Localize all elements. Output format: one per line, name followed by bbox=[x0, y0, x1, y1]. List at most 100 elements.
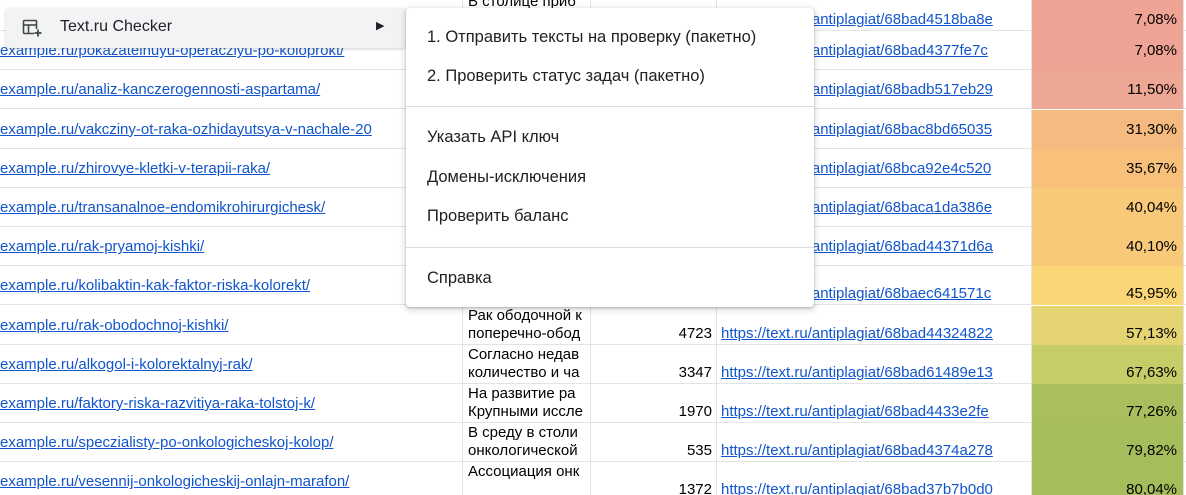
submenu-arrow-icon: ▶ bbox=[376, 20, 385, 32]
url-link[interactable]: example.ru/rak-obodochnoj-kishki/ bbox=[0, 317, 228, 334]
menu-item-textru-checker[interactable]: Text.ru Checker ▶ bbox=[6, 8, 406, 48]
text-line: Рак ободочной к bbox=[468, 306, 582, 324]
text-line: В среду в столи bbox=[468, 424, 578, 442]
text-preview: Ассоциация онк bbox=[468, 463, 579, 481]
uniqueness-value: 77,26% bbox=[1126, 403, 1177, 420]
url-link[interactable]: example.ru/zhirovye-kletki-v-terapii-rak… bbox=[0, 160, 270, 177]
text-line: Ассоциация онк bbox=[468, 463, 580, 481]
add-on-table-icon bbox=[22, 19, 42, 37]
uniqueness-cell[interactable]: 40,04% bbox=[1032, 188, 1184, 227]
table-row: example.ru/vesennij-onkologicheskij-onla… bbox=[0, 462, 1186, 495]
menu-item-label: Домены-исключения bbox=[427, 168, 587, 186]
uniqueness-cell[interactable]: 77,26% bbox=[1032, 384, 1184, 423]
result-link[interactable]: https://text.ru/antiplagiat/68bad4374a27… bbox=[721, 442, 993, 459]
textru-checker-submenu: 1. Отправить тексты на проверку (пакетно… bbox=[406, 8, 814, 307]
text-line: поперечно-обод bbox=[468, 324, 581, 342]
menu-item-excluded-domains[interactable]: Домены-исключения bbox=[406, 159, 814, 197]
menu-item-help[interactable]: Справка bbox=[406, 260, 814, 298]
menu-item-label: 1. Отправить тексты на проверку (пакетно… bbox=[427, 28, 757, 46]
uniqueness-cell[interactable]: 11,50% bbox=[1032, 70, 1184, 110]
url-link[interactable]: example.ru/faktory-riska-razvitiya-raka-… bbox=[0, 395, 315, 412]
result-link[interactable]: https://text.ru/antiplagiat/68bad37b7b0d… bbox=[721, 481, 993, 495]
char-count: 535 bbox=[686, 442, 712, 460]
uniqueness-cell[interactable]: 7,08% bbox=[1032, 31, 1184, 71]
uniqueness-value: 7,08% bbox=[1134, 11, 1177, 28]
text-line: На развитие ра bbox=[468, 385, 576, 402]
url-link[interactable]: example.ru/speczialisty-po-onkologichesk… bbox=[0, 434, 334, 451]
uniqueness-cell[interactable]: 80,04% bbox=[1032, 462, 1184, 495]
menu-item-api-key[interactable]: Указать API ключ bbox=[406, 119, 814, 157]
result-link-cell[interactable]: https://text.ru/antiplagiat/68bad4432482… bbox=[717, 305, 1032, 345]
text-line: Согласно недав bbox=[468, 345, 580, 363]
text-cell[interactable]: Рак ободочной к поперечно-обод bbox=[463, 305, 591, 345]
uniqueness-value: 35,67% bbox=[1126, 159, 1177, 177]
text-cell[interactable]: В среду в столи онкологической bbox=[463, 423, 591, 463]
url-cell[interactable]: example.ru/rak-pryamoj-kishki/ bbox=[0, 227, 463, 267]
result-link[interactable]: https://text.ru/antiplagiat/68bad4433e2f… bbox=[721, 403, 989, 420]
result-link-cell[interactable]: https://text.ru/antiplagiat/68bad4374a27… bbox=[717, 423, 1032, 463]
url-cell[interactable]: example.ru/vesennij-onkologicheskij-onla… bbox=[0, 462, 463, 495]
uniqueness-value: 80,04% bbox=[1126, 481, 1177, 495]
url-cell[interactable]: example.ru/analiz-kanczerogennosti-aspar… bbox=[0, 70, 463, 110]
uniqueness-cell[interactable]: 7,08% bbox=[1032, 0, 1184, 31]
char-count: 4723 bbox=[678, 324, 712, 342]
uniqueness-cell[interactable]: 57,13% bbox=[1032, 305, 1184, 345]
url-link[interactable]: example.ru/rak-pryamoj-kishki/ bbox=[0, 238, 204, 255]
table-row: example.ru/rak-obodochnoj-kishki/Рак обо… bbox=[0, 305, 1186, 345]
char-count-cell[interactable]: 1970 bbox=[591, 384, 717, 423]
url-link[interactable]: example.ru/transanalnoe-endomikrohirurgi… bbox=[0, 199, 325, 216]
uniqueness-value: 7,08% bbox=[1134, 42, 1177, 60]
char-count: 1372 bbox=[678, 481, 712, 495]
char-count-cell[interactable]: 535 bbox=[591, 423, 717, 463]
menu-item-label: Text.ru Checker bbox=[60, 18, 173, 35]
table-row: example.ru/alkogol-i-kolorektalnyj-rak/С… bbox=[0, 344, 1186, 384]
url-cell[interactable]: example.ru/rak-obodochnoj-kishki/ bbox=[0, 305, 463, 345]
text-line: онкологической bbox=[468, 442, 578, 460]
text-preview: На развитие ра Крупными иссле bbox=[468, 385, 583, 421]
url-link[interactable]: example.ru/vesennij-onkologicheskij-onla… bbox=[0, 473, 349, 490]
menu-item-submit-texts[interactable]: 1. Отправить тексты на проверку (пакетно… bbox=[406, 19, 814, 57]
uniqueness-cell[interactable]: 40,10% bbox=[1032, 227, 1184, 267]
menu-separator bbox=[406, 106, 814, 107]
url-link[interactable]: example.ru/vakcziny-ot-raka-ozhidayutsya… bbox=[0, 121, 372, 138]
text-cell[interactable]: Ассоциация онк bbox=[463, 462, 591, 495]
menu-item-check-status[interactable]: 2. Проверить статус задач (пакетно) bbox=[406, 58, 814, 96]
url-cell[interactable]: example.ru/transanalnoe-endomikrohirurgi… bbox=[0, 188, 463, 227]
uniqueness-value: 45,95% bbox=[1126, 285, 1177, 303]
url-cell[interactable]: example.ru/vakcziny-ot-raka-ozhidayutsya… bbox=[0, 109, 463, 149]
menu-item-label: Указать API ключ bbox=[427, 128, 560, 146]
url-cell[interactable]: example.ru/faktory-riska-razvitiya-raka-… bbox=[0, 384, 463, 423]
text-preview: Рак ободочной к поперечно-обод bbox=[468, 307, 582, 343]
url-link[interactable]: example.ru/kolibaktin-kak-faktor-riska-k… bbox=[0, 277, 310, 294]
menu-separator bbox=[406, 247, 814, 248]
uniqueness-cell[interactable]: 31,30% bbox=[1032, 109, 1184, 149]
char-count-cell[interactable]: 4723 bbox=[591, 305, 717, 345]
char-count-cell[interactable]: 1372 bbox=[591, 462, 717, 495]
result-link-cell[interactable]: https://text.ru/antiplagiat/68bad61489e1… bbox=[717, 344, 1032, 384]
text-preview: В среду в столи онкологической bbox=[468, 424, 578, 460]
url-cell[interactable]: example.ru/alkogol-i-kolorektalnyj-rak/ bbox=[0, 344, 463, 384]
result-link-cell[interactable]: https://text.ru/antiplagiat/68bad4433e2f… bbox=[717, 384, 1032, 423]
url-cell[interactable]: example.ru/speczialisty-po-onkologichesk… bbox=[0, 423, 463, 463]
url-cell[interactable]: example.ru/zhirovye-kletki-v-terapii-rak… bbox=[0, 148, 463, 188]
uniqueness-cell[interactable]: 35,67% bbox=[1032, 148, 1184, 188]
menu-item-label: 2. Проверить статус задач (пакетно) bbox=[427, 67, 705, 85]
text-line: количество и ча bbox=[468, 363, 580, 381]
uniqueness-cell[interactable]: 67,63% bbox=[1032, 344, 1184, 384]
text-cell[interactable]: На развитие ра Крупными иссле bbox=[463, 384, 591, 423]
text-cell[interactable]: Согласно недав количество и ча bbox=[463, 344, 591, 384]
char-count-cell[interactable]: 3347 bbox=[591, 344, 717, 384]
result-link[interactable]: https://text.ru/antiplagiat/68bad4432482… bbox=[721, 325, 993, 342]
uniqueness-cell[interactable]: 45,95% bbox=[1032, 266, 1184, 306]
menu-item-check-balance[interactable]: Проверить баланс bbox=[406, 198, 814, 236]
url-link[interactable]: example.ru/alkogol-i-kolorektalnyj-rak/ bbox=[0, 356, 253, 373]
result-link[interactable]: https://text.ru/antiplagiat/68bad61489e1… bbox=[721, 364, 993, 381]
url-link[interactable]: example.ru/analiz-kanczerogennosti-aspar… bbox=[0, 81, 320, 98]
menu-item-label: Справка bbox=[427, 269, 492, 287]
table-row: example.ru/speczialisty-po-onkologichesk… bbox=[0, 423, 1186, 463]
char-count: 3347 bbox=[678, 363, 712, 381]
uniqueness-cell[interactable]: 79,82% bbox=[1032, 423, 1184, 463]
result-link-cell[interactable]: https://text.ru/antiplagiat/68bad37b7b0d… bbox=[717, 462, 1032, 495]
uniqueness-value: 57,13% bbox=[1126, 324, 1177, 342]
url-cell[interactable]: example.ru/kolibaktin-kak-faktor-riska-k… bbox=[0, 266, 463, 306]
